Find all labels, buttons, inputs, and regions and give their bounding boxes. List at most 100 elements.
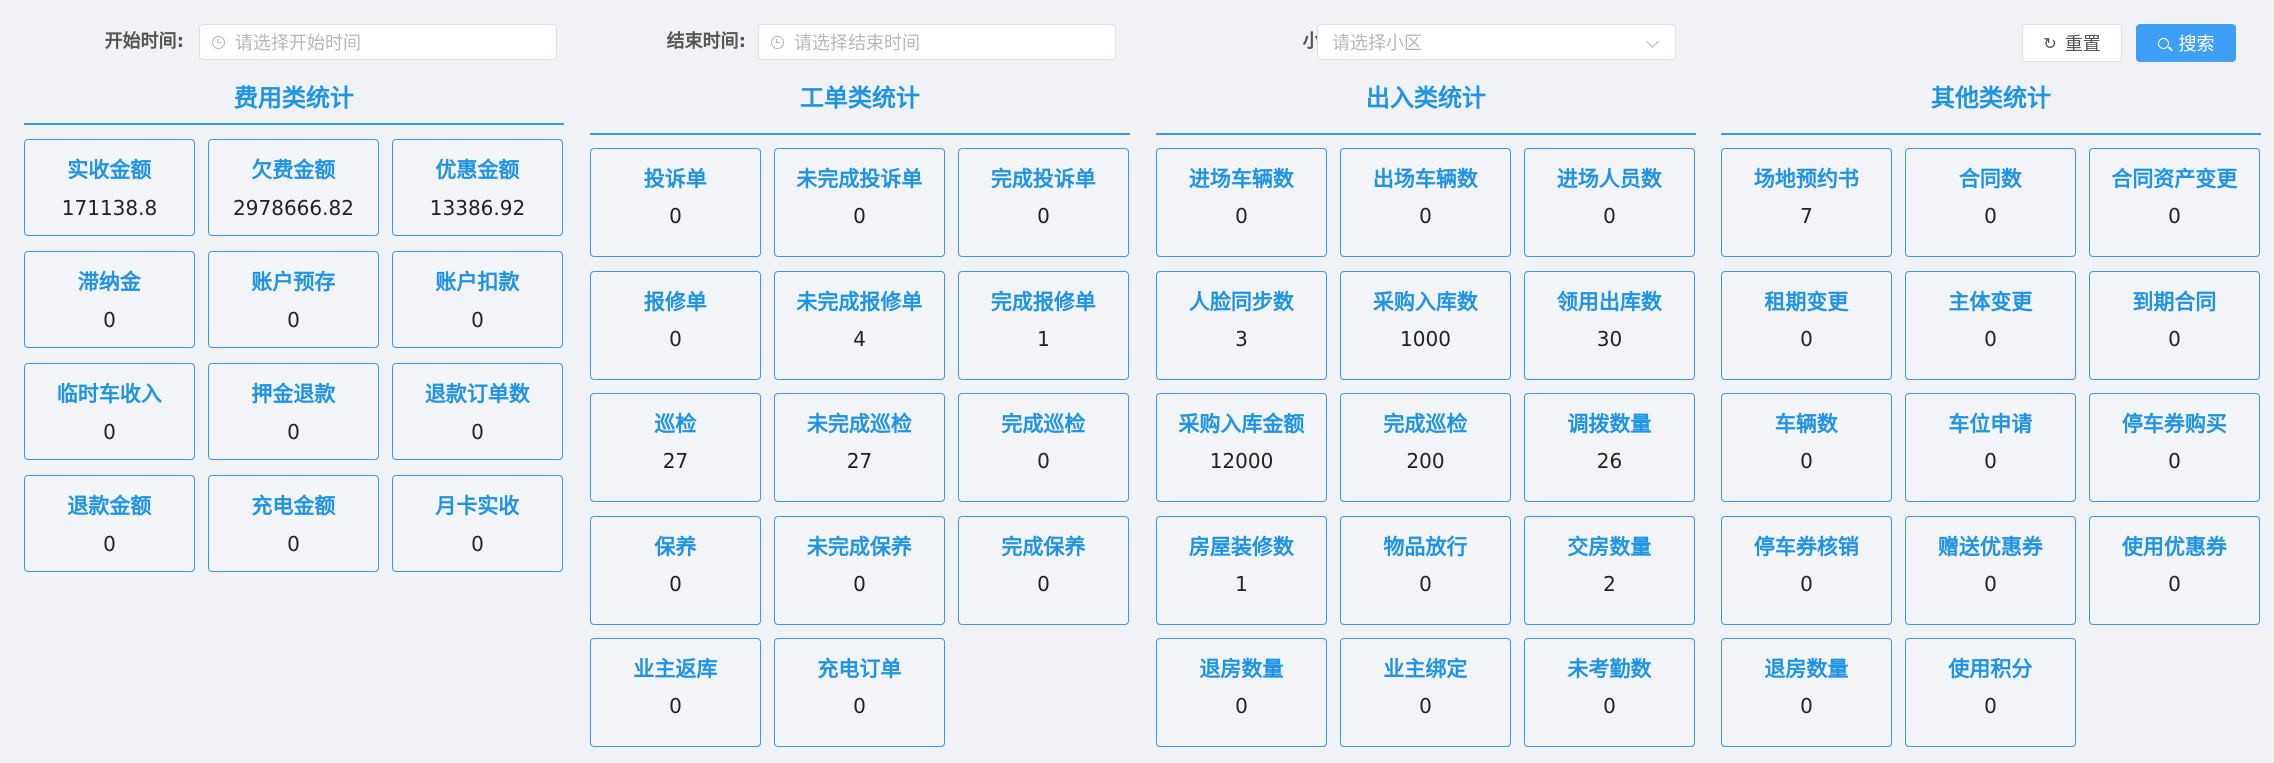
stat-card[interactable]: 滞纳金 0 (24, 251, 195, 348)
stat-card[interactable]: 投诉单 0 (590, 148, 761, 257)
stat-card[interactable]: 合同数 0 (1905, 148, 2076, 257)
stat-card[interactable]: 使用优惠券 0 (2089, 516, 2260, 625)
stat-card[interactable]: 优惠金额 13386.92 (392, 139, 563, 236)
stat-label: 停车券购买 (2122, 412, 2227, 436)
stat-card[interactable]: 出场车辆数 0 (1340, 148, 1511, 257)
stat-card[interactable]: 退款金额 0 (24, 475, 195, 572)
stat-card[interactable]: 交房数量 2 (1524, 516, 1695, 625)
stat-label: 滞纳金 (78, 270, 141, 294)
stat-card[interactable]: 业主返库 0 (590, 638, 761, 747)
stat-value: 0 (1419, 204, 1432, 228)
stat-value: 0 (1984, 449, 1997, 473)
stat-value: 0 (1419, 572, 1432, 596)
stat-card[interactable]: 退房数量 0 (1156, 638, 1327, 747)
stat-card[interactable]: 完成巡检 200 (1340, 393, 1511, 502)
stat-value: 0 (1037, 204, 1050, 228)
stat-card[interactable]: 退款订单数 0 (392, 363, 563, 460)
stat-card[interactable]: 实收金额 171138.8 (24, 139, 195, 236)
stat-card[interactable]: 报修单 0 (590, 271, 761, 380)
stat-label: 主体变更 (1948, 290, 2033, 314)
stat-card[interactable]: 采购入库数 1000 (1340, 271, 1511, 380)
stat-card[interactable]: 场地预约书 7 (1721, 148, 1892, 257)
stat-card[interactable]: 主体变更 0 (1905, 271, 2076, 380)
stat-card[interactable]: 巡检 27 (590, 393, 761, 502)
stat-value: 0 (853, 572, 866, 596)
stat-card[interactable]: 月卡实收 0 (392, 475, 563, 572)
stat-card[interactable]: 领用出库数 30 (1524, 271, 1695, 380)
stat-label: 进场人员数 (1557, 167, 1662, 191)
stat-label: 完成保养 (1001, 535, 1086, 559)
stat-label: 使用积分 (1948, 657, 2033, 681)
stat-card[interactable]: 进场车辆数 0 (1156, 148, 1327, 257)
stat-label: 采购入库金额 (1178, 412, 1305, 436)
stat-label: 房屋装修数 (1189, 535, 1294, 559)
stat-label: 领用出库数 (1557, 290, 1662, 314)
search-button[interactable]: 搜索 (2136, 24, 2236, 62)
stat-card[interactable]: 车位申请 0 (1905, 393, 2076, 502)
stat-label: 退款订单数 (425, 382, 530, 406)
stat-card[interactable]: 停车券购买 0 (2089, 393, 2260, 502)
start-time-input[interactable]: 请选择开始时间 (199, 24, 557, 60)
clock-icon (771, 35, 784, 49)
stat-card[interactable]: 物品放行 0 (1340, 516, 1511, 625)
stat-value: 0 (853, 204, 866, 228)
stat-card[interactable]: 停车券核销 0 (1721, 516, 1892, 625)
stat-value: 0 (1800, 449, 1813, 473)
stat-value: 0 (1984, 327, 1997, 351)
stat-label: 欠费金额 (251, 158, 336, 182)
stat-label: 停车券核销 (1754, 535, 1859, 559)
stat-label: 完成巡检 (1001, 412, 1086, 436)
stat-card[interactable]: 房屋装修数 1 (1156, 516, 1327, 625)
stat-card[interactable]: 到期合同 0 (2089, 271, 2260, 380)
end-time-input[interactable]: 请选择结束时间 (758, 24, 1116, 60)
community-select[interactable]: 请选择小区 (1317, 24, 1676, 60)
stat-card[interactable]: 欠费金额 2978666.82 (208, 139, 379, 236)
stat-card[interactable]: 完成保养 0 (958, 516, 1129, 625)
stat-card[interactable]: 进场人员数 0 (1524, 148, 1695, 257)
stat-card[interactable]: 使用积分 0 (1905, 638, 2076, 747)
stat-card[interactable]: 未完成投诉单 0 (774, 148, 945, 257)
clock-icon (212, 35, 225, 49)
stat-card[interactable]: 未完成保养 0 (774, 516, 945, 625)
stat-label: 保养 (654, 535, 697, 559)
stat-card[interactable]: 押金退款 0 (208, 363, 379, 460)
stat-card[interactable]: 完成投诉单 0 (958, 148, 1129, 257)
stat-card[interactable]: 租期变更 0 (1721, 271, 1892, 380)
stat-card[interactable]: 完成报修单 1 (958, 271, 1129, 380)
stat-card[interactable]: 车辆数 0 (1721, 393, 1892, 502)
refresh-icon: ↻ (2043, 33, 2057, 53)
stat-card[interactable]: 业主绑定 0 (1340, 638, 1511, 747)
stat-card[interactable]: 未完成巡检 27 (774, 393, 945, 502)
stat-card[interactable]: 人脸同步数 3 (1156, 271, 1327, 380)
stat-card[interactable]: 临时车收入 0 (24, 363, 195, 460)
stat-label: 租期变更 (1764, 290, 1849, 314)
stat-value: 0 (1984, 572, 1997, 596)
stat-value: 0 (471, 420, 484, 444)
stat-card[interactable]: 保养 0 (590, 516, 761, 625)
stat-label: 赠送优惠券 (1938, 535, 2043, 559)
stat-label: 到期合同 (2132, 290, 2217, 314)
stat-value: 200 (1406, 449, 1445, 473)
stat-card[interactable]: 充电金额 0 (208, 475, 379, 572)
stat-card[interactable]: 退房数量 0 (1721, 638, 1892, 747)
stat-label: 人脸同步数 (1189, 290, 1294, 314)
stat-card[interactable]: 合同资产变更 0 (2089, 148, 2260, 257)
stat-value: 0 (1800, 572, 1813, 596)
stat-value: 0 (1800, 327, 1813, 351)
stat-card[interactable]: 完成巡检 0 (958, 393, 1129, 502)
stat-label: 交房数量 (1567, 535, 1652, 559)
stat-card[interactable]: 充电订单 0 (774, 638, 945, 747)
stat-card[interactable]: 账户扣款 0 (392, 251, 563, 348)
stat-label: 合同资产变更 (2111, 167, 2238, 191)
stat-card[interactable]: 赠送优惠券 0 (1905, 516, 2076, 625)
stat-card[interactable]: 采购入库金额 12000 (1156, 393, 1327, 502)
stat-label: 月卡实收 (435, 494, 520, 518)
search-icon (2157, 37, 2169, 49)
stat-card[interactable]: 未考勤数 0 (1524, 638, 1695, 747)
stat-card[interactable]: 调拨数量 26 (1524, 393, 1695, 502)
stat-value: 0 (1603, 694, 1616, 718)
reset-button[interactable]: ↻ 重置 (2022, 24, 2122, 62)
stat-label: 完成报修单 (991, 290, 1096, 314)
stat-card[interactable]: 未完成报修单 4 (774, 271, 945, 380)
stat-card[interactable]: 账户预存 0 (208, 251, 379, 348)
